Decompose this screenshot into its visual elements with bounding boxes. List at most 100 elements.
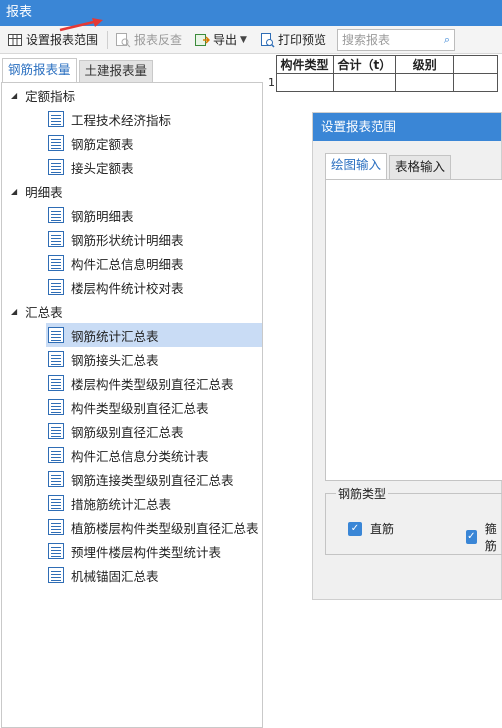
window-title: 报表 bbox=[0, 0, 502, 26]
tree-item[interactable]: 措施筋统计汇总表 bbox=[2, 491, 262, 515]
tree-group-summary: ◢ 汇总表 钢筋统计汇总表 钢筋接头汇总表 楼层构件类型级别直径汇总表 构件类型… bbox=[2, 299, 262, 587]
report-doc-icon bbox=[48, 231, 64, 247]
tab-civil-reports[interactable]: 土建报表量 bbox=[78, 60, 154, 82]
report-doc-icon bbox=[48, 447, 64, 463]
grid-cell[interactable] bbox=[453, 73, 499, 92]
grid-cell[interactable] bbox=[332, 73, 397, 92]
tree-item-label: 钢筋接头汇总表 bbox=[71, 352, 159, 368]
tree-item[interactable]: 机械锚固汇总表 bbox=[2, 563, 262, 587]
tree-group-header[interactable]: ◢ 明细表 bbox=[2, 179, 262, 203]
tree-item[interactable]: 钢筋定额表 bbox=[2, 131, 262, 155]
tree-item[interactable]: 接头定额表 bbox=[2, 155, 262, 179]
report-doc-icon bbox=[48, 279, 64, 295]
report-doc-icon bbox=[48, 495, 64, 511]
tree-item[interactable]: 钢筋接头汇总表 bbox=[2, 347, 262, 371]
tab-table-input[interactable]: 表格输入 bbox=[389, 155, 452, 179]
tree-item-label: 构件类型级别直径汇总表 bbox=[71, 400, 209, 416]
tree-item[interactable]: 楼层构件统计校对表 bbox=[2, 275, 262, 299]
tree-item-label: 机械锚固汇总表 bbox=[71, 568, 159, 584]
tree-item-label: 钢筋明细表 bbox=[71, 208, 134, 224]
tab-drawing-input[interactable]: 绘图输入 bbox=[325, 153, 388, 179]
tree-item[interactable]: 钢筋形状统计明细表 bbox=[2, 227, 262, 251]
report-doc-icon bbox=[48, 471, 64, 487]
column-header-component-type[interactable]: 构件类型 bbox=[275, 55, 334, 74]
tree-item[interactable]: 钢筋连接类型级别直径汇总表 bbox=[2, 467, 262, 491]
column-header-total[interactable]: 合计（t） bbox=[332, 55, 397, 74]
set-report-range-label: 设置报表范围 bbox=[26, 33, 99, 47]
checkmark-icon[interactable]: ✓ bbox=[466, 530, 477, 544]
tree-item-label: 工程技术经济指标 bbox=[71, 112, 172, 128]
report-doc-icon bbox=[48, 375, 64, 391]
report-reverse-check-label: 报表反查 bbox=[134, 33, 183, 47]
report-doc-icon bbox=[48, 399, 64, 415]
grid-settings-icon bbox=[7, 32, 23, 48]
tree-group-header[interactable]: ◢ 定额指标 bbox=[2, 83, 262, 107]
tree-item-label: 构件汇总信息分类统计表 bbox=[71, 448, 209, 464]
dialog-tree-area[interactable] bbox=[325, 179, 502, 481]
tree-item-label: 措施筋统计汇总表 bbox=[71, 496, 172, 512]
tree-item[interactable]: 构件类型级别直径汇总表 bbox=[2, 395, 262, 419]
tree-group-label: 汇总表 bbox=[25, 304, 63, 320]
report-doc-icon bbox=[48, 159, 64, 175]
search-icon[interactable]: ⌕ bbox=[444, 33, 450, 47]
checkbox-straight-bar[interactable]: ✓ 直筋 bbox=[348, 520, 394, 537]
tree-item[interactable]: 预埋件楼层构件类型统计表 bbox=[2, 539, 262, 563]
report-reverse-check-button[interactable]: 报表反查 bbox=[112, 29, 185, 51]
tree-item-label: 钢筋级别直径汇总表 bbox=[71, 424, 184, 440]
set-report-range-dialog: 设置报表范围 绘图输入 表格输入 钢筋类型 ✓ 直筋 ✓ 箍筋 bbox=[312, 112, 502, 600]
report-doc-icon bbox=[48, 327, 64, 343]
tree-item-selected[interactable]: 钢筋统计汇总表 bbox=[46, 323, 262, 347]
report-tree: ◢ 定额指标 工程技术经济指标 钢筋定额表 接头定额表 ◢ 明细表 钢筋明细表 … bbox=[1, 82, 263, 728]
tree-group-header[interactable]: ◢ 汇总表 bbox=[2, 299, 262, 323]
tree-item-label: 钢筋统计汇总表 bbox=[71, 328, 159, 344]
report-doc-icon bbox=[48, 351, 64, 367]
report-doc-icon bbox=[48, 111, 64, 127]
checkmark-icon[interactable]: ✓ bbox=[348, 521, 362, 536]
row-number: 1 bbox=[268, 76, 275, 89]
tree-item[interactable]: 钢筋明细表 bbox=[2, 203, 262, 227]
tree-item[interactable]: 工程技术经济指标 bbox=[2, 107, 262, 131]
report-doc-icon bbox=[48, 135, 64, 151]
steel-type-legend: 钢筋类型 bbox=[336, 485, 389, 502]
checkbox-label: 箍筋 bbox=[484, 522, 497, 553]
column-header-grade[interactable]: 级别 bbox=[395, 55, 455, 74]
tree-item[interactable]: 植筋楼层构件类型级别直径汇总表 bbox=[2, 515, 262, 539]
tree-item[interactable]: 楼层构件类型级别直径汇总表 bbox=[2, 371, 262, 395]
expand-triangle-icon[interactable]: ◢ bbox=[11, 187, 17, 196]
report-doc-icon bbox=[48, 255, 64, 271]
dialog-tabs: 绘图输入 表格输入 bbox=[325, 153, 453, 179]
tree-item[interactable]: 构件汇总信息分类统计表 bbox=[2, 443, 262, 467]
report-doc-icon bbox=[48, 519, 64, 535]
tree-item[interactable]: 钢筋级别直径汇总表 bbox=[2, 419, 262, 443]
search-placeholder: 搜索报表 bbox=[341, 33, 390, 47]
print-preview-button[interactable]: 打印预览 bbox=[256, 29, 329, 51]
export-icon bbox=[194, 32, 211, 48]
report-type-tabs: 钢筋报表量 土建报表量 bbox=[0, 58, 264, 82]
tree-item-label: 预埋件楼层构件类型统计表 bbox=[71, 544, 222, 560]
tree-item-label: 接头定额表 bbox=[71, 160, 134, 176]
tree-group-label: 明细表 bbox=[25, 184, 63, 200]
tree-group-label: 定额指标 bbox=[25, 88, 76, 104]
export-label: 导出 bbox=[213, 33, 238, 47]
tab-steel-reports[interactable]: 钢筋报表量 bbox=[2, 58, 77, 82]
expand-triangle-icon[interactable]: ◢ bbox=[11, 91, 17, 100]
set-report-range-button[interactable]: 设置报表范围 bbox=[4, 29, 101, 51]
print-preview-label: 打印预览 bbox=[277, 33, 326, 47]
tree-item[interactable]: 构件汇总信息明细表 bbox=[2, 251, 262, 275]
report-doc-icon bbox=[48, 567, 64, 583]
grid-cell[interactable] bbox=[395, 73, 455, 92]
steel-type-group: 钢筋类型 ✓ 直筋 ✓ 箍筋 bbox=[325, 485, 502, 555]
tree-item-label: 楼层构件统计校对表 bbox=[71, 280, 184, 296]
export-button[interactable]: 导出 ▼ bbox=[191, 29, 250, 51]
grid-cell[interactable] bbox=[275, 73, 334, 92]
chevron-down-icon: ▼ bbox=[240, 34, 247, 45]
tree-item-label: 楼层构件类型级别直径汇总表 bbox=[71, 376, 234, 392]
expand-triangle-icon[interactable]: ◢ bbox=[11, 307, 17, 316]
search-input[interactable]: 搜索报表 ⌕ bbox=[336, 28, 455, 51]
toolbar-divider bbox=[107, 30, 109, 49]
column-header-extra[interactable] bbox=[453, 55, 499, 74]
report-grid: 构件类型 合计（t） 级别 1 bbox=[268, 55, 502, 93]
dialog-title: 设置报表范围 bbox=[313, 113, 501, 141]
checkbox-label: 直筋 bbox=[370, 522, 395, 536]
checkbox-stirrup[interactable]: ✓ 箍筋 bbox=[466, 520, 502, 554]
